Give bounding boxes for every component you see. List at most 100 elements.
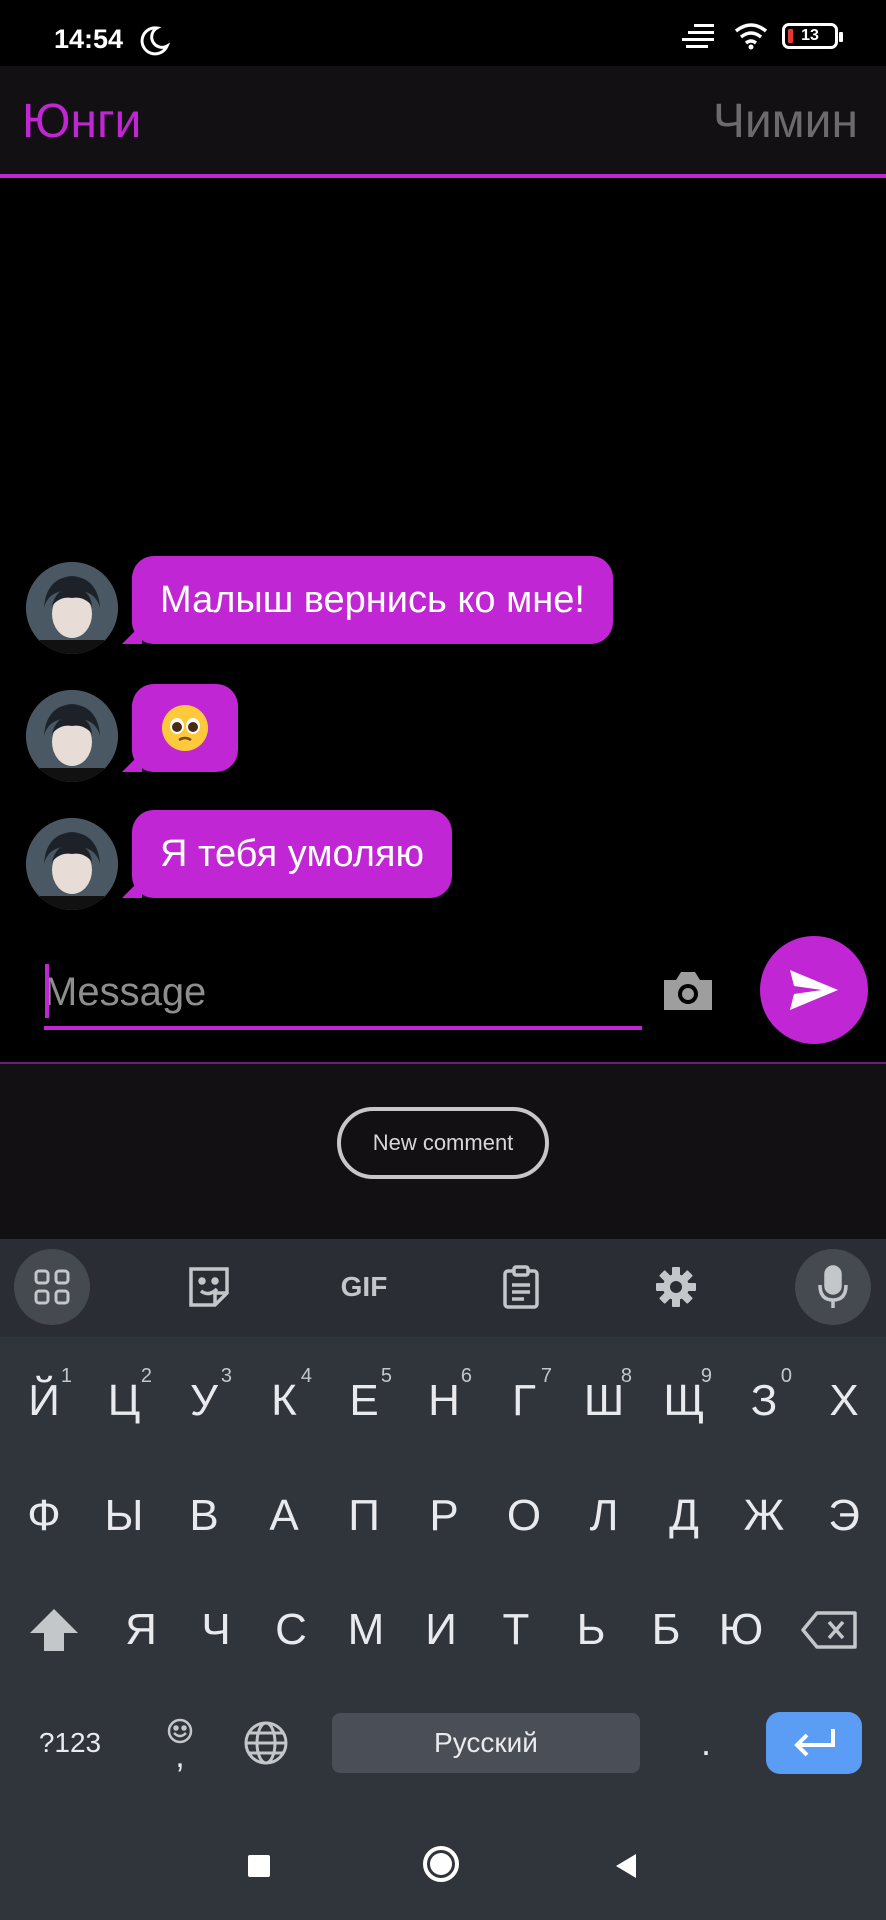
key-label: У bbox=[190, 1376, 218, 1425]
avatar[interactable] bbox=[26, 818, 118, 910]
key-М[interactable]: М bbox=[326, 1580, 406, 1680]
key-label: Е bbox=[349, 1376, 379, 1425]
key-Х[interactable]: Х bbox=[804, 1351, 884, 1451]
key-hint: 0 bbox=[780, 1365, 792, 1387]
key-Р[interactable]: Р bbox=[404, 1466, 484, 1566]
key-У[interactable]: У3 bbox=[164, 1351, 244, 1451]
key-Ж[interactable]: Ж bbox=[724, 1466, 804, 1566]
status-time: 14:54 bbox=[54, 24, 124, 54]
key-label: Щ bbox=[663, 1376, 705, 1425]
apps-grid-icon[interactable] bbox=[14, 1249, 90, 1325]
key-hint: 5 bbox=[380, 1365, 392, 1387]
back-button[interactable] bbox=[614, 1852, 638, 1880]
signal-speed-icon bbox=[682, 24, 714, 48]
avatar[interactable] bbox=[26, 690, 118, 782]
mic-icon[interactable] bbox=[795, 1249, 871, 1325]
gif-button[interactable]: GIF bbox=[326, 1249, 402, 1325]
key-Е[interactable]: Е5 bbox=[324, 1351, 404, 1451]
key-З[interactable]: З0 bbox=[724, 1351, 804, 1451]
key-label: Я bbox=[125, 1605, 157, 1654]
key-Ь[interactable]: Ь bbox=[551, 1580, 631, 1680]
key-С[interactable]: С bbox=[251, 1580, 331, 1680]
key-label: Л bbox=[589, 1491, 619, 1540]
key-label: Б bbox=[651, 1605, 681, 1654]
key-label: Т bbox=[502, 1605, 530, 1654]
backspace-key[interactable] bbox=[790, 1580, 870, 1680]
symbols-key[interactable]: ?123 bbox=[24, 1693, 116, 1793]
pleading-face-icon bbox=[162, 705, 208, 751]
key-hint: 1 bbox=[60, 1365, 72, 1387]
key-label: Х bbox=[829, 1376, 859, 1425]
wifi-icon bbox=[734, 23, 768, 50]
key-label: А bbox=[269, 1491, 299, 1540]
key-Щ[interactable]: Щ9 bbox=[644, 1351, 724, 1451]
key-Н[interactable]: Н6 bbox=[404, 1351, 484, 1451]
key-К[interactable]: К4 bbox=[244, 1351, 324, 1451]
key-Л[interactable]: Л bbox=[564, 1466, 644, 1566]
key-Ы[interactable]: Ы bbox=[84, 1466, 164, 1566]
enter-key[interactable] bbox=[766, 1712, 862, 1774]
battery-icon: 13 bbox=[782, 23, 843, 49]
status-icons: 13 bbox=[680, 22, 843, 50]
new-comment-button[interactable]: New comment bbox=[337, 1107, 549, 1179]
key-label: Ы bbox=[104, 1491, 144, 1540]
key-О[interactable]: О bbox=[484, 1466, 564, 1566]
key-Ц[interactable]: Ц2 bbox=[84, 1351, 164, 1451]
key-hint: 7 bbox=[540, 1365, 552, 1387]
clipboard-icon[interactable] bbox=[483, 1249, 559, 1325]
key-А[interactable]: А bbox=[244, 1466, 324, 1566]
message-input[interactable] bbox=[44, 958, 642, 1030]
key-Й[interactable]: Й1 bbox=[4, 1351, 84, 1451]
shift-icon bbox=[30, 1609, 78, 1651]
message-text: Я тебя умоляю bbox=[160, 833, 424, 875]
key-label: Ч bbox=[201, 1605, 231, 1654]
message-bubble[interactable]: Я тебя умоляю bbox=[132, 810, 452, 898]
sticker-icon[interactable] bbox=[171, 1249, 247, 1325]
period-key[interactable]: . bbox=[666, 1693, 746, 1793]
key-label: Ю bbox=[718, 1605, 764, 1654]
emoji-comma-key[interactable]: , bbox=[140, 1693, 220, 1793]
key-Э[interactable]: Э bbox=[804, 1466, 884, 1566]
message-bubble[interactable] bbox=[132, 684, 238, 772]
key-label: Ш bbox=[583, 1376, 625, 1425]
shift-key[interactable] bbox=[14, 1580, 94, 1680]
header-name-right[interactable]: Чимин bbox=[713, 94, 858, 149]
key-Д[interactable]: Д bbox=[644, 1466, 724, 1566]
key-label: Г bbox=[512, 1376, 536, 1425]
recents-button[interactable] bbox=[248, 1855, 270, 1877]
key-label: Р bbox=[429, 1491, 459, 1540]
key-В[interactable]: В bbox=[164, 1466, 244, 1566]
key-Б[interactable]: Б bbox=[626, 1580, 706, 1680]
key-hint: 4 bbox=[300, 1365, 312, 1387]
key-Г[interactable]: Г7 bbox=[484, 1351, 564, 1451]
backspace-icon bbox=[801, 1611, 857, 1649]
key-Ч[interactable]: Ч bbox=[176, 1580, 256, 1680]
text-cursor bbox=[45, 964, 49, 1018]
key-Я[interactable]: Я bbox=[101, 1580, 181, 1680]
key-П[interactable]: П bbox=[324, 1466, 404, 1566]
avatar[interactable] bbox=[26, 562, 118, 654]
key-И[interactable]: И bbox=[401, 1580, 481, 1680]
key-Т[interactable]: Т bbox=[476, 1580, 556, 1680]
key-label: Э bbox=[828, 1491, 860, 1540]
moon-icon bbox=[140, 26, 171, 56]
comma-label: , bbox=[175, 1737, 185, 1775]
send-icon bbox=[790, 970, 838, 1010]
home-button[interactable] bbox=[423, 1846, 459, 1882]
key-Ф[interactable]: Ф bbox=[4, 1466, 84, 1566]
key-label: З bbox=[750, 1376, 778, 1425]
space-key[interactable]: Русский bbox=[332, 1713, 640, 1773]
settings-icon[interactable] bbox=[638, 1249, 714, 1325]
key-label: П bbox=[348, 1491, 380, 1540]
key-Ю[interactable]: Ю bbox=[701, 1580, 781, 1680]
message-bubble[interactable]: Малыш вернись ко мне! bbox=[132, 556, 613, 644]
key-label: В bbox=[189, 1491, 219, 1540]
key-Ш[interactable]: Ш8 bbox=[564, 1351, 644, 1451]
header-name-left[interactable]: Юнги bbox=[22, 94, 141, 149]
key-label: Й bbox=[28, 1376, 60, 1425]
camera-icon[interactable] bbox=[660, 968, 716, 1014]
language-key[interactable] bbox=[226, 1693, 306, 1793]
key-label: О bbox=[506, 1491, 542, 1540]
send-button[interactable] bbox=[760, 936, 868, 1044]
header-divider bbox=[0, 174, 886, 178]
